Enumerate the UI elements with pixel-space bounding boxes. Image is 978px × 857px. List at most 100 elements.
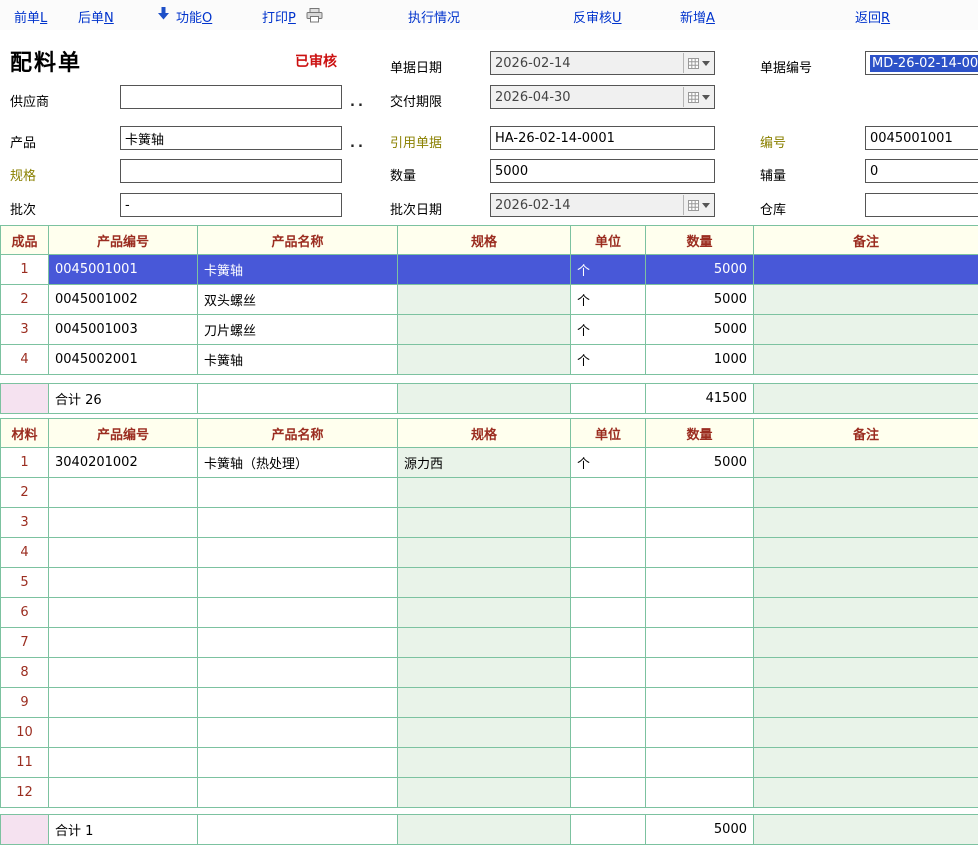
cell-product-code[interactable]: [49, 628, 198, 658]
cell-product-name[interactable]: [198, 508, 398, 538]
cell-unit[interactable]: [571, 778, 646, 808]
cell-note[interactable]: [754, 628, 978, 658]
products-table-row[interactable]: 40045002001卡簧轴个1000: [1, 345, 978, 375]
date-picker-button[interactable]: [683, 87, 713, 107]
cell-product-name[interactable]: [198, 688, 398, 718]
cell-note[interactable]: [754, 598, 978, 628]
cell-product-name[interactable]: [198, 478, 398, 508]
products-table-row[interactable]: 20045001002双头螺丝个5000: [1, 285, 978, 315]
cell-unit[interactable]: [571, 568, 646, 598]
cell-unit[interactable]: 个: [571, 345, 646, 375]
code-field[interactable]: 0045001001: [865, 126, 978, 150]
qty-field[interactable]: 5000: [490, 159, 715, 183]
warehouse-field[interactable]: [865, 193, 978, 217]
materials-table-row[interactable]: 12: [1, 778, 978, 808]
delivery-date-field[interactable]: 2026-04-30: [490, 85, 715, 109]
supplier-browse-button[interactable]: ..: [350, 95, 366, 110]
date-picker-button[interactable]: [683, 195, 713, 215]
cell-qty[interactable]: 5000: [646, 448, 754, 478]
cell-qty[interactable]: [646, 718, 754, 748]
cell-qty[interactable]: [646, 658, 754, 688]
cell-product-code[interactable]: 0045001003: [49, 315, 198, 345]
row-number[interactable]: 2: [1, 285, 49, 315]
toolbar-add-new-button[interactable]: 新增A: [680, 7, 715, 26]
cell-product-code[interactable]: [49, 748, 198, 778]
cell-note[interactable]: [754, 568, 978, 598]
cell-unit[interactable]: [571, 748, 646, 778]
cell-product-name[interactable]: [198, 538, 398, 568]
cell-unit[interactable]: [571, 718, 646, 748]
batch-input[interactable]: -: [120, 193, 342, 217]
cell-unit[interactable]: [571, 508, 646, 538]
toolbar-unaudit-button[interactable]: 反审核U: [573, 7, 622, 26]
cell-note[interactable]: [754, 315, 978, 345]
materials-table-row[interactable]: 13040201002卡簧轴（热处理）源力西个5000: [1, 448, 978, 478]
cell-product-name[interactable]: 双头螺丝: [198, 285, 398, 315]
ref-doc-field[interactable]: HA-26-02-14-0001: [490, 126, 715, 150]
cell-product-name[interactable]: 刀片螺丝: [198, 315, 398, 345]
product-input[interactable]: 卡簧轴: [120, 126, 342, 150]
row-number[interactable]: 6: [1, 598, 49, 628]
materials-table-row[interactable]: 8: [1, 658, 978, 688]
cell-product-name[interactable]: [198, 568, 398, 598]
cell-unit[interactable]: 个: [571, 285, 646, 315]
cell-spec[interactable]: [398, 285, 571, 315]
cell-spec[interactable]: [398, 315, 571, 345]
cell-unit[interactable]: 个: [571, 255, 646, 285]
cell-qty[interactable]: [646, 748, 754, 778]
cell-unit[interactable]: [571, 628, 646, 658]
cell-spec[interactable]: [398, 748, 571, 778]
cell-note[interactable]: [754, 778, 978, 808]
toolbar-print-button[interactable]: 打印P: [262, 7, 296, 26]
cell-spec[interactable]: [398, 658, 571, 688]
cell-unit[interactable]: 个: [571, 448, 646, 478]
cell-product-code[interactable]: 0045001001: [49, 255, 198, 285]
cell-product-code[interactable]: [49, 718, 198, 748]
toolbar-next-doc-button[interactable]: 后单N: [78, 7, 114, 26]
cell-spec[interactable]: [398, 598, 571, 628]
cell-note[interactable]: [754, 538, 978, 568]
row-number[interactable]: 1: [1, 255, 49, 285]
materials-table-row[interactable]: 5: [1, 568, 978, 598]
cell-unit[interactable]: [571, 598, 646, 628]
cell-product-code[interactable]: [49, 658, 198, 688]
cell-note[interactable]: [754, 255, 978, 285]
cell-product-name[interactable]: 卡簧轴（热处理）: [198, 448, 398, 478]
row-number[interactable]: 9: [1, 688, 49, 718]
cell-qty[interactable]: [646, 628, 754, 658]
cell-qty[interactable]: 5000: [646, 315, 754, 345]
cell-unit[interactable]: [571, 658, 646, 688]
cell-note[interactable]: [754, 478, 978, 508]
cell-product-name[interactable]: 卡簧轴: [198, 345, 398, 375]
products-table-row[interactable]: 30045001003刀片螺丝个5000: [1, 315, 978, 345]
row-number[interactable]: 3: [1, 315, 49, 345]
row-number[interactable]: 12: [1, 778, 49, 808]
materials-table-row[interactable]: 10: [1, 718, 978, 748]
materials-table-row[interactable]: 6: [1, 598, 978, 628]
row-number[interactable]: 11: [1, 748, 49, 778]
cell-qty[interactable]: 5000: [646, 255, 754, 285]
cell-note[interactable]: [754, 448, 978, 478]
cell-product-code[interactable]: [49, 478, 198, 508]
row-number[interactable]: 4: [1, 538, 49, 568]
cell-spec[interactable]: [398, 688, 571, 718]
cell-product-code[interactable]: 3040201002: [49, 448, 198, 478]
cell-spec[interactable]: [398, 778, 571, 808]
cell-note[interactable]: [754, 658, 978, 688]
spec-input[interactable]: [120, 159, 342, 183]
cell-product-code[interactable]: 0045001002: [49, 285, 198, 315]
batch-date-field[interactable]: 2026-02-14: [490, 193, 715, 217]
row-number[interactable]: 8: [1, 658, 49, 688]
toolbar-prev-doc-button[interactable]: 前单L: [14, 7, 47, 26]
cell-product-name[interactable]: 卡簧轴: [198, 255, 398, 285]
cell-qty[interactable]: 1000: [646, 345, 754, 375]
cell-product-code[interactable]: [49, 778, 198, 808]
row-number[interactable]: 4: [1, 345, 49, 375]
materials-table-row[interactable]: 3: [1, 508, 978, 538]
cell-product-name[interactable]: [198, 598, 398, 628]
products-table-row[interactable]: 10045001001卡簧轴 个5000: [1, 255, 978, 285]
cell-spec[interactable]: [398, 255, 571, 285]
materials-table-row[interactable]: 7: [1, 628, 978, 658]
doc-no-field[interactable]: MD-26-02-14-00: [865, 51, 978, 75]
cell-spec[interactable]: [398, 538, 571, 568]
